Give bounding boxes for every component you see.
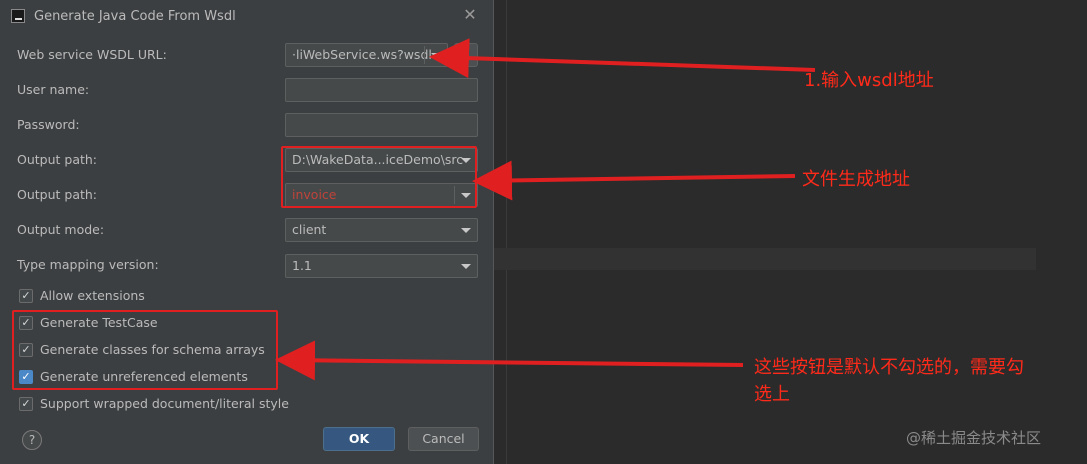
url-annotation: 1.输入wsdl地址 bbox=[804, 70, 934, 91]
checkbox-arrow bbox=[275, 340, 744, 381]
watermark: @稀土掘金技术社区 bbox=[906, 429, 1042, 447]
checkbox-annotation-line2: 选上 bbox=[754, 384, 790, 405]
path-annotation: 文件生成地址 bbox=[802, 169, 910, 190]
url-arrow bbox=[429, 38, 816, 79]
checkbox-annotation-line1: 这些按钮是默认不勾选的，需要勾 bbox=[754, 357, 1024, 378]
path-arrow bbox=[472, 160, 796, 201]
